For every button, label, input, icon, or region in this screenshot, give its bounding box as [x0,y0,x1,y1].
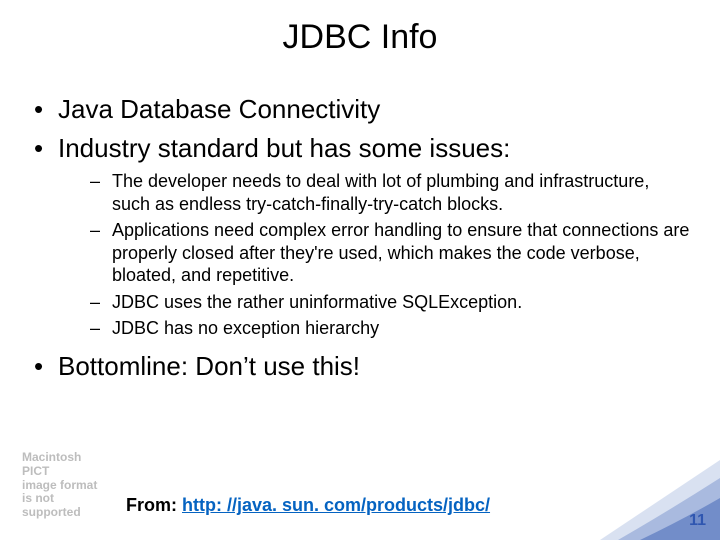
slide-content: Java Database Connectivity Industry stan… [0,65,720,382]
source-line: From: http: //java. sun. com/products/jd… [126,495,490,516]
sub-bullet-item: JDBC uses the rather uninformative SQLEx… [58,291,690,314]
placeholder-line: is not supported [22,492,108,520]
bullet-item: Industry standard but has some issues: T… [30,132,690,340]
page-number: 11 [689,512,706,530]
sub-bullet-item: The developer needs to deal with lot of … [58,170,690,215]
placeholder-line: Macintosh PICT [22,451,108,479]
image-placeholder: Macintosh PICT image format is not suppo… [22,451,108,520]
slide-title: JDBC Info [0,0,720,65]
bullet-item: Bottomline: Don’t use this! [30,350,690,383]
source-label: From: [126,495,182,515]
sub-bullet-item: Applications need complex error handling… [58,219,690,287]
slide: JDBC Info Java Database Connectivity Ind… [0,0,720,540]
bullet-text: Industry standard but has some issues: [58,133,510,163]
placeholder-line: image format [22,479,108,493]
bullet-item: Java Database Connectivity [30,93,690,126]
bullet-list: Java Database Connectivity Industry stan… [30,93,690,382]
sub-bullet-item: JDBC has no exception hierarchy [58,317,690,340]
sub-bullet-list: The developer needs to deal with lot of … [58,170,690,340]
source-link[interactable]: http: //java. sun. com/products/jdbc/ [182,495,490,515]
